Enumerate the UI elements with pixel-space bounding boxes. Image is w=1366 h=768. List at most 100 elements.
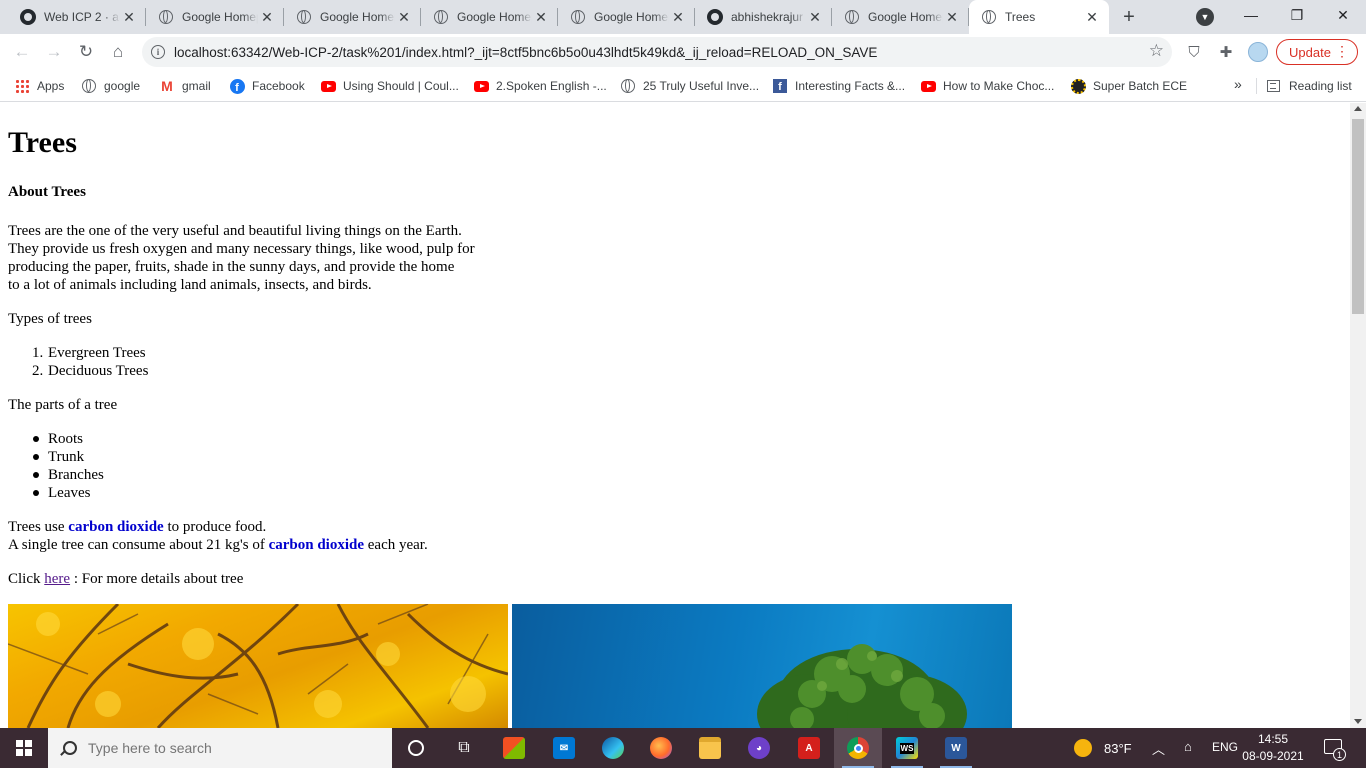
- acrobat-reader-button[interactable]: A: [785, 728, 833, 768]
- pdf-icon: A: [798, 737, 820, 759]
- tab-web-icp-2[interactable]: Web ICP 2 · abhishekrajur ✕: [8, 0, 146, 34]
- notification-count: 1: [1333, 748, 1346, 761]
- bookmark-label: Super Batch ECE: [1093, 79, 1188, 93]
- bookmark-facebook[interactable]: f Facebook: [229, 76, 305, 96]
- tab-title: Google Homepage: [594, 10, 669, 24]
- shield-icon[interactable]: ⛉: [1184, 42, 1204, 62]
- bookmark-label: Using Should | Coul...: [343, 79, 459, 93]
- home-icon[interactable]: ⌂: [104, 38, 132, 66]
- update-button[interactable]: Update ⋮: [1276, 39, 1358, 65]
- github-desktop-button[interactable]: ◕: [735, 728, 783, 768]
- close-icon[interactable]: ✕: [120, 8, 138, 26]
- taskbar-search[interactable]: [48, 728, 392, 768]
- bookmark-label: Interesting Facts &...: [795, 79, 906, 93]
- page-title: Trees: [8, 126, 77, 159]
- forward-arrow-icon[interactable]: →: [40, 38, 68, 66]
- facebook-icon: f: [229, 78, 245, 94]
- tab-google-homepage-5[interactable]: Google Homepage ✕: [832, 0, 969, 34]
- close-icon[interactable]: ✕: [669, 8, 687, 26]
- tab-search-icon[interactable]: ▼: [1196, 8, 1214, 26]
- tab-title: Google Homepage: [320, 10, 395, 24]
- details-link[interactable]: here: [44, 571, 70, 587]
- back-arrow-icon[interactable]: ←: [8, 38, 36, 66]
- bookmarks-overflow-button[interactable]: »: [1234, 76, 1242, 92]
- address-bar[interactable]: i ☆: [142, 37, 1172, 67]
- close-icon[interactable]: ✕: [1083, 8, 1101, 26]
- tab-google-homepage-4[interactable]: Google Homepage ✕: [558, 0, 695, 34]
- start-button[interactable]: [0, 728, 48, 768]
- globe-icon: [844, 9, 860, 25]
- close-icon[interactable]: ✕: [806, 8, 824, 26]
- list-number: 1.: [32, 345, 44, 361]
- tab-google-homepage-3[interactable]: Google Homepage ✕: [421, 0, 558, 34]
- scroll-down-arrow-icon[interactable]: [1354, 719, 1362, 724]
- bookmark-google[interactable]: google: [81, 76, 140, 96]
- task-view-button[interactable]: ⧉: [440, 728, 488, 768]
- word-button[interactable]: W: [932, 728, 980, 768]
- bookmark-label: 2.Spoken English -...: [496, 79, 607, 93]
- click-suffix: : For more details about tree: [70, 571, 244, 587]
- windows-logo-icon: [16, 740, 32, 756]
- reload-icon[interactable]: ↻: [72, 38, 100, 66]
- close-icon[interactable]: ✕: [532, 8, 550, 26]
- tab-trees[interactable]: Trees ✕: [969, 0, 1109, 34]
- file-explorer-button[interactable]: [686, 728, 734, 768]
- chevron-up-icon[interactable]: ︿: [1152, 739, 1165, 758]
- tab-title: Trees: [1005, 10, 1036, 24]
- edge-button[interactable]: [589, 728, 637, 768]
- bookmark-gmail[interactable]: M gmail: [159, 76, 211, 96]
- bookmark-label: Facebook: [252, 79, 305, 93]
- tab-google-homepage-2[interactable]: Google Homepage ✕: [284, 0, 421, 34]
- github-icon: [20, 9, 36, 25]
- bookmark-make-chocolate[interactable]: How to Make Choc...: [920, 76, 1054, 96]
- info-icon[interactable]: i: [151, 45, 165, 59]
- bookmark-spoken-english[interactable]: 2.Spoken English -...: [473, 76, 607, 96]
- globe-icon: [981, 9, 997, 25]
- url-input[interactable]: [174, 44, 1134, 60]
- vertical-scrollbar[interactable]: [1350, 103, 1366, 728]
- tab-title: Google Homepage: [868, 10, 943, 24]
- globe-icon: [570, 9, 586, 25]
- chrome-button[interactable]: [834, 728, 882, 768]
- minimize-button[interactable]: —: [1228, 0, 1274, 30]
- close-icon[interactable]: ✕: [258, 8, 276, 26]
- tab-google-homepage-1[interactable]: Google Homepage ✕: [146, 0, 284, 34]
- tab-abhishekrajur[interactable]: abhishekrajur ✕: [695, 0, 832, 34]
- bookmark-super-batch-ece[interactable]: Super Batch ECE: [1070, 76, 1187, 96]
- gmail-icon: M: [161, 78, 173, 94]
- search-icon: [63, 741, 77, 755]
- close-window-button[interactable]: ✕: [1320, 0, 1366, 30]
- bookmark-apps[interactable]: Apps: [14, 76, 64, 96]
- language-indicator[interactable]: ENG: [1212, 740, 1238, 754]
- clock[interactable]: 14:55 08-09-2021: [1240, 731, 1306, 765]
- bookmark-using-should[interactable]: Using Should | Coul...: [320, 76, 459, 96]
- list-item: 1. Evergreen Trees: [32, 344, 148, 362]
- scroll-up-arrow-icon[interactable]: [1354, 106, 1362, 111]
- webstorm-button[interactable]: WS: [883, 728, 931, 768]
- tab-title: Google Homepage: [457, 10, 532, 24]
- microsoft-store-button[interactable]: [490, 728, 538, 768]
- cortana-ring-icon: [408, 740, 424, 756]
- bookmark-interesting-facts[interactable]: f Interesting Facts &...: [772, 76, 905, 96]
- globe-icon: [81, 78, 97, 94]
- new-tab-button[interactable]: +: [1117, 5, 1141, 29]
- globe-icon: [296, 9, 312, 25]
- description-line: to a lot of animals including land anima…: [8, 277, 372, 293]
- avatar[interactable]: [1248, 42, 1268, 62]
- network-icon[interactable]: ⌂: [1184, 739, 1192, 754]
- mail-button[interactable]: ✉: [540, 728, 588, 768]
- youtube-icon: [473, 78, 489, 94]
- weather-widget[interactable]: 83°F: [1074, 728, 1132, 768]
- search-input[interactable]: [88, 740, 368, 756]
- bookmark-useful-inventions[interactable]: 25 Truly Useful Inve...: [620, 76, 759, 96]
- maximize-button[interactable]: ❐: [1274, 0, 1320, 30]
- scroll-thumb[interactable]: [1352, 119, 1364, 314]
- close-icon[interactable]: ✕: [943, 8, 961, 26]
- extensions-puzzle-icon[interactable]: ✚: [1216, 42, 1236, 62]
- cortana-button[interactable]: [392, 728, 440, 768]
- firefox-button[interactable]: [637, 728, 685, 768]
- folder-icon: [699, 737, 721, 759]
- reading-list-button[interactable]: Reading list: [1267, 76, 1352, 96]
- bookmark-star-icon[interactable]: ☆: [1149, 41, 1164, 61]
- close-icon[interactable]: ✕: [395, 8, 413, 26]
